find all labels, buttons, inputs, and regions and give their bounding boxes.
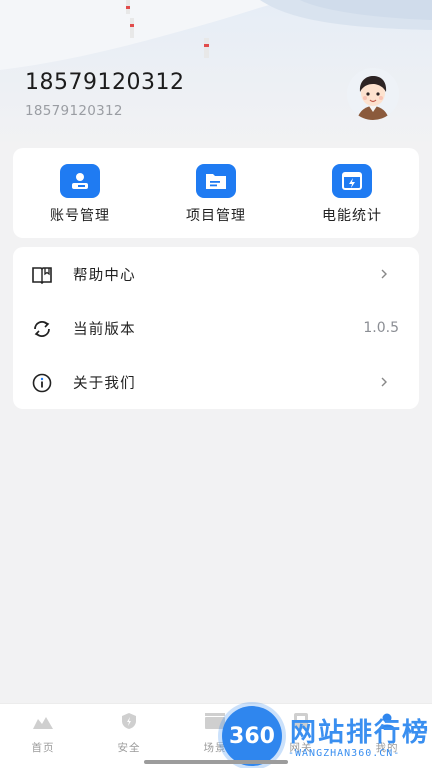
account-card-icon: [60, 164, 100, 198]
info-icon: [32, 373, 52, 393]
watermark-url: -WANGZHAN360.CN-: [288, 748, 401, 759]
tab-label: 安全: [117, 742, 141, 754]
folder-icon: [196, 164, 236, 198]
quick-action-label: 账号管理: [50, 208, 110, 224]
shield-icon: [122, 713, 136, 729]
menu-item-label: 当前版本: [73, 321, 136, 338]
power-stats-icon: [332, 164, 372, 198]
settings-menu-card: 帮助中心 当前版本 1.0.5 关于我们: [13, 247, 419, 409]
tab-home[interactable]: 首页: [13, 712, 73, 755]
avatar[interactable]: [347, 68, 399, 120]
watermark: 360 网站排行榜 -WANGZHAN360.CN-: [222, 706, 432, 768]
tab-security[interactable]: 安全: [99, 712, 159, 755]
watermark-text: 网站排行榜: [290, 718, 431, 748]
menu-item-about-us[interactable]: 关于我们: [13, 355, 419, 409]
power-statistics-button[interactable]: 电能统计: [292, 164, 412, 225]
menu-item-label: 帮助中心: [73, 267, 136, 284]
refresh-icon: [34, 321, 50, 337]
profile-phone: 18579120312: [25, 70, 185, 95]
profile-subtitle: 18579120312: [25, 103, 123, 119]
menu-item-current-version[interactable]: 当前版本 1.0.5: [13, 301, 419, 355]
menu-item-help-center[interactable]: 帮助中心: [13, 247, 419, 301]
account-management-button[interactable]: 账号管理: [20, 164, 140, 225]
project-management-button[interactable]: 项目管理: [156, 164, 276, 225]
version-value: 1.0.5: [363, 320, 399, 336]
quick-actions-card: 账号管理 项目管理 电能统计: [13, 148, 419, 238]
menu-item-label: 关于我们: [73, 375, 136, 392]
quick-action-label: 电能统计: [322, 208, 382, 224]
avatar-boy-icon: [347, 68, 399, 120]
home-icon: [33, 717, 53, 729]
chevron-right-icon: [381, 269, 387, 279]
book-icon: [32, 267, 52, 285]
chevron-right-icon: [381, 377, 387, 387]
quick-action-label: 项目管理: [186, 208, 246, 224]
watermark-logo: 360: [222, 706, 282, 766]
tab-label: 首页: [31, 742, 55, 754]
home-indicator: [144, 760, 288, 764]
